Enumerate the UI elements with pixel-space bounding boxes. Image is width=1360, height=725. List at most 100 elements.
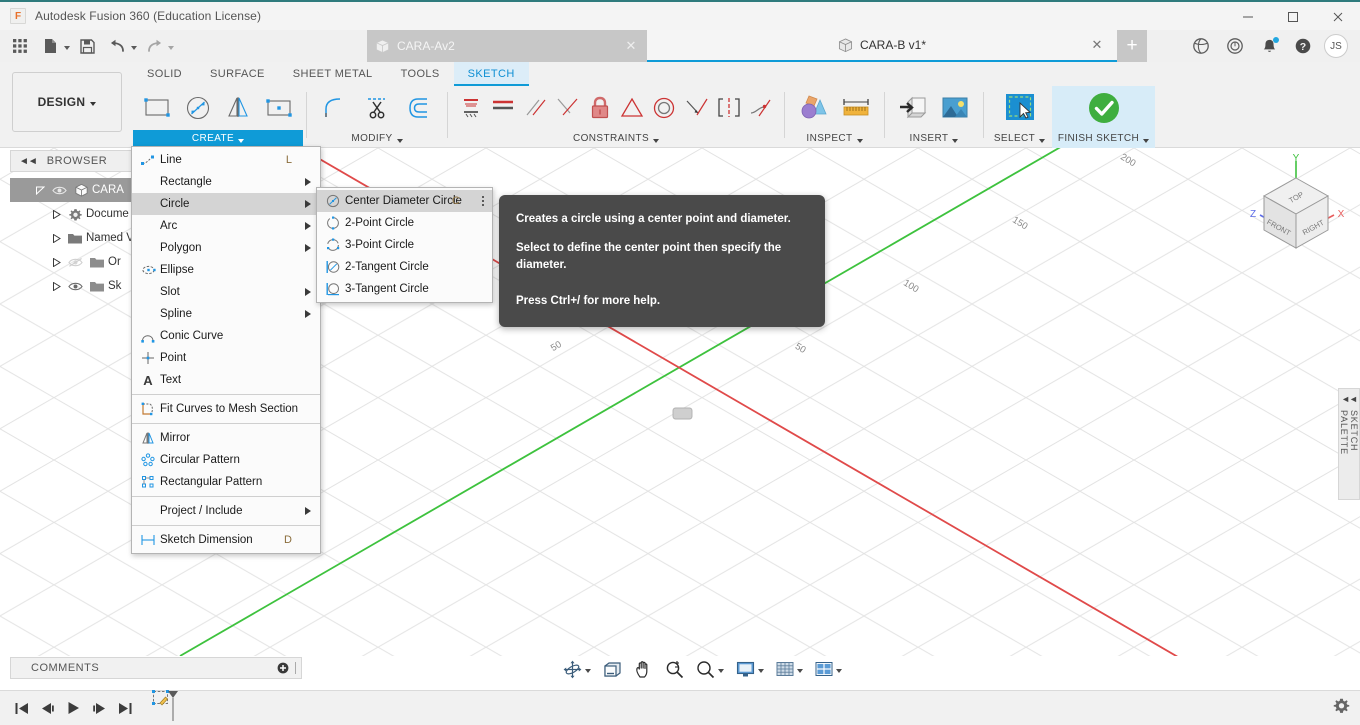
browser-item-sketches[interactable]: Sk — [10, 274, 140, 298]
redo-icon[interactable] — [141, 33, 167, 59]
menu-item-conic-curve[interactable]: Conic Curve — [132, 325, 320, 347]
look-at-icon[interactable] — [600, 657, 625, 681]
view-cube[interactable]: Y X Z TOP FRONT RIGHT — [1244, 153, 1348, 271]
sketch-palette-expand-icon[interactable]: ◄◄ — [1341, 394, 1358, 404]
browser-item-origin[interactable]: Or — [10, 250, 140, 274]
timeline-settings-icon[interactable] — [1333, 697, 1350, 719]
circle-submenu[interactable]: Center Diameter Circle C 2-Point Circle — [316, 187, 493, 303]
menu-item-line[interactable]: Line L — [132, 149, 320, 171]
visibility-eye-icon[interactable] — [48, 185, 70, 196]
document-tab-2-close-icon[interactable]: ✕ — [1089, 37, 1105, 53]
horizontal-vertical-constraint-icon[interactable] — [487, 88, 519, 128]
panel-constraints-label[interactable]: CONSTRAINTS — [451, 130, 781, 148]
orbit-icon[interactable] — [560, 657, 594, 681]
menu-item-slot[interactable]: Slot — [132, 281, 320, 303]
insert-derive-icon[interactable] — [892, 88, 934, 128]
menu-item-project-include[interactable]: Project / Include — [132, 500, 320, 522]
concentric-constraint-icon[interactable] — [648, 88, 680, 128]
insert-canvas-image-icon[interactable] — [934, 88, 976, 128]
chevron-down-icon[interactable] — [718, 669, 724, 673]
skip-to-end-icon[interactable] — [112, 695, 138, 721]
globe-icon[interactable] — [1186, 32, 1216, 60]
save-icon[interactable] — [74, 33, 100, 59]
zoom-icon[interactable] — [662, 657, 687, 681]
expand-arrow-icon[interactable] — [48, 257, 64, 267]
menu-item-spline[interactable]: Spline — [132, 303, 320, 325]
apps-grid-icon[interactable] — [7, 33, 33, 59]
menu-item-ellipse[interactable]: Ellipse — [132, 259, 320, 281]
finish-sketch-icon[interactable] — [1083, 88, 1125, 128]
overflow-menu-icon[interactable] — [481, 195, 484, 207]
panel-select-label[interactable]: SELECT — [987, 130, 1052, 148]
inspect-tool-icon[interactable] — [793, 88, 835, 128]
sketch-palette-tab[interactable]: ◄◄ SKETCH PALETTE — [1338, 388, 1360, 500]
parallel-constraint-icon[interactable] — [519, 88, 551, 128]
menu-item-point[interactable]: Point — [132, 347, 320, 369]
offset-tool-icon[interactable] — [398, 88, 440, 128]
menu-item-polygon[interactable]: Polygon — [132, 237, 320, 259]
document-tab-1[interactable]: CARA-Av2 ✕ — [367, 30, 647, 62]
trim-tool-icon[interactable] — [356, 88, 398, 128]
center-diameter-circle-tool-icon[interactable] — [178, 88, 219, 128]
zoom-window-icon[interactable] — [693, 657, 727, 681]
browser-collapse-icon[interactable]: ◄◄ — [19, 156, 38, 167]
viewports-icon[interactable] — [812, 657, 845, 681]
collinear-constraint-icon[interactable] — [680, 88, 712, 128]
fix-lock-constraint-icon[interactable] — [584, 88, 616, 128]
browser-item-document-settings[interactable]: Docume — [10, 202, 140, 226]
add-comment-icon[interactable] — [277, 662, 289, 674]
rectangle-tool-icon[interactable] — [137, 88, 178, 128]
minimize-button[interactable] — [1225, 2, 1270, 32]
maximize-button[interactable] — [1270, 2, 1315, 32]
chevron-down-icon[interactable] — [758, 669, 764, 673]
job-status-icon[interactable] — [1220, 32, 1250, 60]
pan-icon[interactable] — [631, 657, 656, 681]
step-back-icon[interactable] — [34, 695, 60, 721]
close-button[interactable] — [1315, 2, 1360, 32]
play-icon[interactable] — [60, 695, 86, 721]
chevron-down-icon[interactable] — [836, 669, 842, 673]
perpendicular-constraint-icon[interactable] — [552, 88, 584, 128]
submenu-item-3-point-circle[interactable]: 3-Point Circle — [317, 234, 492, 256]
tab-solid[interactable]: SOLID — [133, 62, 196, 86]
expand-arrow-icon[interactable] — [48, 281, 64, 291]
menu-item-arc[interactable]: Arc — [132, 215, 320, 237]
visibility-eye-off-icon[interactable] — [64, 257, 86, 268]
menu-item-mirror[interactable]: Mirror — [132, 427, 320, 449]
document-tab-2[interactable]: CARA-B v1* ✕ — [647, 30, 1117, 62]
tab-sheet-metal[interactable]: SHEET METAL — [279, 62, 387, 86]
submenu-item-center-diameter-circle[interactable]: Center Diameter Circle C — [317, 190, 492, 212]
browser-item-named-views[interactable]: Named V — [10, 226, 140, 250]
select-tool-icon[interactable] — [999, 88, 1041, 128]
tab-sketch[interactable]: SKETCH — [453, 62, 529, 86]
undo-group[interactable] — [100, 33, 137, 59]
new-file-icon[interactable] — [37, 33, 63, 59]
create-dropdown-menu[interactable]: Line L Rectangle Circle Arc Polygon Elli… — [131, 146, 321, 554]
panel-inspect-label[interactable]: INSPECT — [788, 130, 881, 148]
new-tab-button[interactable]: + — [1117, 30, 1147, 62]
menu-item-circular-pattern[interactable]: Circular Pattern — [132, 449, 320, 471]
mirror-tool-icon[interactable] — [218, 88, 259, 128]
user-avatar[interactable]: JS — [1324, 34, 1348, 58]
comments-resize-grip[interactable] — [295, 662, 296, 674]
panel-modify-label[interactable]: MODIFY — [310, 130, 444, 148]
curvature-constraint-icon[interactable] — [745, 88, 777, 128]
expand-arrow-icon[interactable] — [48, 233, 64, 243]
undo-icon[interactable] — [104, 33, 130, 59]
expand-arrow-icon[interactable] — [32, 186, 48, 195]
point-tool-icon[interactable] — [259, 88, 300, 128]
equal-constraint-icon[interactable] — [616, 88, 648, 128]
menu-item-sketch-dimension[interactable]: Sketch Dimension D — [132, 529, 320, 551]
panel-finish-sketch-label[interactable]: FINISH SKETCH — [1052, 130, 1155, 148]
menu-item-rectangle[interactable]: Rectangle — [132, 171, 320, 193]
menu-item-text[interactable]: A Text — [132, 369, 320, 391]
skip-to-start-icon[interactable] — [8, 695, 34, 721]
comments-panel[interactable]: COMMENTS — [10, 657, 302, 679]
fillet-tool-icon[interactable] — [314, 88, 356, 128]
new-file-group[interactable] — [33, 33, 70, 59]
step-forward-icon[interactable] — [86, 695, 112, 721]
menu-item-rectangular-pattern[interactable]: Rectangular Pattern — [132, 471, 320, 493]
display-settings-icon[interactable] — [733, 657, 767, 681]
redo-group[interactable] — [137, 33, 174, 59]
grid-snaps-icon[interactable] — [773, 657, 806, 681]
